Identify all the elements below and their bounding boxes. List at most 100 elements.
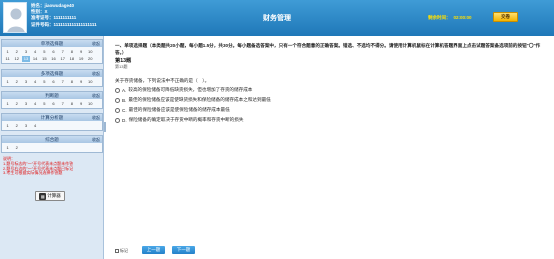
panel-header: 计算分析题 收起 xyxy=(2,114,102,121)
option-text: 较高的保险储备可降低缺货损失，但也增加了存货的储存成本 xyxy=(128,87,253,92)
mark-checkbox[interactable] xyxy=(115,249,119,253)
next-button[interactable]: 下一题 xyxy=(172,246,195,254)
panel-header: 判断题 收起 xyxy=(2,92,102,99)
question-number[interactable]: 4 xyxy=(31,123,39,129)
question-number[interactable]: 8 xyxy=(68,49,76,55)
cert-label: 证件号码： xyxy=(31,21,54,27)
panel-header: 综合题 收起 xyxy=(2,136,102,143)
question-grid: 12 xyxy=(2,143,102,152)
question-number[interactable]: 5 xyxy=(40,79,48,85)
question-number[interactable]: 1 xyxy=(4,123,12,129)
radio-button[interactable] xyxy=(115,97,120,103)
question-number[interactable]: 1 xyxy=(4,101,12,107)
question-number[interactable]: 9 xyxy=(77,79,85,85)
option-c[interactable]: C. 最佳的保险储备应该是使保险储备的储存成本最低 xyxy=(115,107,230,113)
panel-single-choice: 单项选择题 收起 1 2 3 4 5 6 7 8 9 10 11 12 13 14 15 16 17 18 19 20 xyxy=(1,39,103,64)
panel-title: 计算分析题 xyxy=(40,115,64,120)
panel-title: 单项选择题 xyxy=(40,41,64,46)
question-number[interactable]: 12 xyxy=(13,56,21,62)
question-number[interactable]: 2 xyxy=(13,123,21,129)
panel-calculation: 计算分析题 收起 1234 xyxy=(1,113,103,131)
panel-title: 判断题 xyxy=(45,93,59,98)
question-number[interactable]: 4 xyxy=(31,101,39,107)
question-number[interactable]: 5 xyxy=(40,49,48,55)
question-number[interactable]: 17 xyxy=(59,56,67,62)
question-number[interactable]: 9 xyxy=(77,101,85,107)
section-instructions: 一、单项选择题（本类题共20小题，每小题1.5分，共30分。每小题备选答案中，只… xyxy=(115,43,541,55)
question-area: 一、单项选择题（本类题共20小题，每小题1.5分，共30分。每小题备选答案中，只… xyxy=(106,36,554,259)
calculator-label: 计算器 xyxy=(47,193,61,198)
question-number[interactable]: 7 xyxy=(59,101,67,107)
question-number[interactable]: 11 xyxy=(4,56,12,62)
question-grid: 1 2 3 4 5 6 7 8 9 10 11 12 13 14 15 16 17 18 19 20 xyxy=(2,47,102,63)
gender-value: X xyxy=(44,9,48,15)
question-stem: 关于存货储备，下列说法中不正确的是（ ）。 xyxy=(115,78,210,83)
question-number[interactable]: 19 xyxy=(77,56,85,62)
question-number[interactable]: 7 xyxy=(59,49,67,55)
radio-button[interactable] xyxy=(115,107,120,113)
name-label: 姓名： xyxy=(31,3,45,8)
collapse-toggle[interactable]: 收起 xyxy=(92,40,100,47)
option-letter: B. xyxy=(122,97,127,103)
question-number[interactable]: 10 xyxy=(86,101,94,107)
question-number[interactable]: 8 xyxy=(68,79,76,85)
question-number[interactable]: 3 xyxy=(22,123,30,129)
question-number[interactable]: 10 xyxy=(86,79,94,85)
instructions-note: 说明： 1.题号标志的"一"开号代表未点题未作答 2.题号右边的"一"开号代表未… xyxy=(3,156,101,176)
question-number[interactable]: 9 xyxy=(77,49,85,55)
option-d[interactable]: D. 保险储备的确定取决于存货中断的概率和存货中断的损失 xyxy=(115,117,243,123)
option-text: 最佳的保险储备应该是使缺货损失和保险储备的储存成本之和达到最低 xyxy=(128,97,271,102)
question-number[interactable]: 1 xyxy=(4,145,12,151)
gender-label: 性别： xyxy=(31,9,45,15)
question-number[interactable]: 18 xyxy=(68,56,76,62)
question-number[interactable]: 6 xyxy=(50,101,58,107)
mark-question[interactable]: 标记 xyxy=(115,248,128,254)
collapse-toggle[interactable]: 收起 xyxy=(92,92,100,99)
question-number[interactable]: 14 xyxy=(31,56,39,62)
question-number[interactable]: 16 xyxy=(50,56,58,62)
collapse-toggle[interactable]: 收起 xyxy=(92,114,100,121)
question-number[interactable]: 3 xyxy=(22,79,30,85)
question-number[interactable]: 20 xyxy=(86,56,94,62)
panel-true-false: 判断题 收起 1 2 3 4 5 6 7 8 9 10 xyxy=(1,91,103,109)
question-number[interactable]: 3 xyxy=(22,49,30,55)
question-number[interactable]: 10 xyxy=(86,49,94,55)
calculator-button[interactable]: ▦ 计算器 xyxy=(35,191,65,201)
radio-button[interactable] xyxy=(115,87,120,93)
option-a[interactable]: A. 较高的保险储备可降低缺货损失，但也增加了存货的储存成本 xyxy=(115,87,252,93)
collapse-toggle[interactable]: 收起 xyxy=(92,70,100,77)
question-number[interactable]: 5 xyxy=(40,101,48,107)
question-number[interactable]: 2 xyxy=(13,49,21,55)
panel-header: 单项选择题 收起 xyxy=(2,40,102,47)
timer-value: 02:00:00 xyxy=(453,15,472,20)
question-number[interactable]: 13 xyxy=(21,55,30,62)
collapse-toggle[interactable]: 收起 xyxy=(92,136,100,143)
question-number[interactable]: 15 xyxy=(40,56,48,62)
cert-value: 1111111111111111111 xyxy=(53,21,97,27)
exam-id-value: 1111111111 xyxy=(53,15,77,21)
question-number[interactable]: 2 xyxy=(13,79,21,85)
option-letter: A. xyxy=(122,87,127,93)
question-number[interactable]: 8 xyxy=(68,101,76,107)
question-number[interactable]: 6 xyxy=(50,79,58,85)
question-number[interactable]: 3 xyxy=(22,101,30,107)
panel-title: 多项选择题 xyxy=(40,71,64,76)
question-grid: 1 2 3 4 5 6 7 8 9 10 xyxy=(2,99,102,108)
sidebar: 单项选择题 收起 1 2 3 4 5 6 7 8 9 10 11 12 13 14 15 16 17 18 19 20 … xyxy=(0,36,104,259)
submit-button[interactable]: 交卷 xyxy=(493,12,518,22)
user-silhouette-icon xyxy=(4,3,26,32)
question-number[interactable]: 1 xyxy=(4,49,12,55)
prev-button[interactable]: 上一题 xyxy=(142,246,165,254)
option-letter: C. xyxy=(122,107,127,113)
question-number[interactable]: 7 xyxy=(59,79,67,85)
question-number[interactable]: 2 xyxy=(13,101,21,107)
question-number[interactable]: 4 xyxy=(31,49,39,55)
question-number[interactable]: 4 xyxy=(31,79,39,85)
option-b[interactable]: B. 最佳的保险储备应该是使缺货损失和保险储备的储存成本之和达到最低 xyxy=(115,97,271,103)
question-title: 第13题 xyxy=(115,58,132,64)
question-number[interactable]: 6 xyxy=(50,49,58,55)
option-text: 保险储备的确定取决于存货中断的概率和存货中断的损失 xyxy=(128,117,244,122)
question-number[interactable]: 1 xyxy=(4,79,12,85)
radio-button[interactable] xyxy=(115,117,120,123)
question-number[interactable]: 2 xyxy=(13,145,21,151)
